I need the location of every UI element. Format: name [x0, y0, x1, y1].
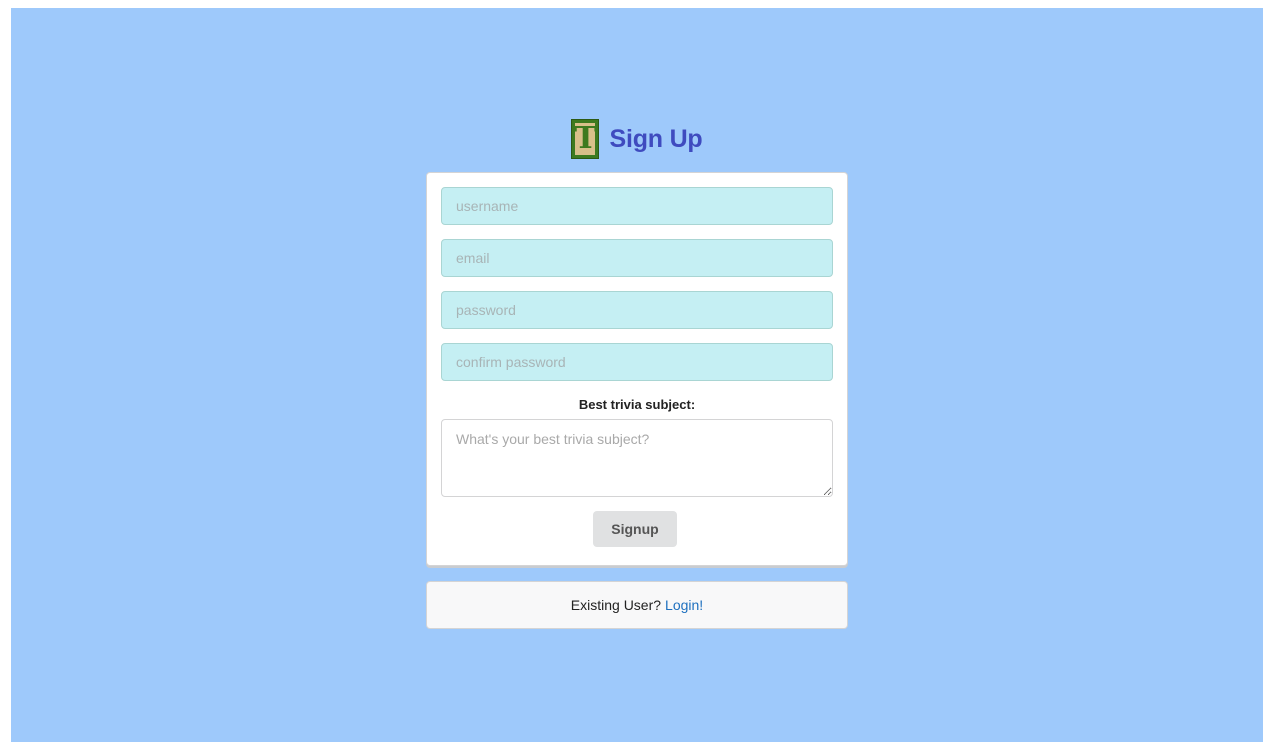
trivia-logo-icon: T [571, 119, 600, 159]
username-input[interactable] [441, 187, 833, 225]
signup-button[interactable]: Signup [593, 511, 677, 547]
existing-user-message: Existing User? Login! [426, 581, 848, 629]
page-title: Sign Up [609, 124, 703, 153]
trivia-subject-textarea[interactable] [441, 419, 833, 497]
password-input[interactable] [441, 291, 833, 329]
subject-label: Best trivia subject: [578, 397, 696, 412]
page-background: T Sign Up Best trivia subject: Signup Ex… [11, 8, 1263, 742]
login-link[interactable]: Login! [665, 597, 703, 613]
confirm-password-input[interactable] [441, 343, 833, 381]
logo-letter: T [574, 121, 597, 156]
existing-user-prompt: Existing User? [570, 597, 662, 613]
signup-form: Best trivia subject: Signup [426, 172, 848, 566]
email-input[interactable] [441, 239, 833, 277]
page-header: T Sign Up [11, 118, 1263, 160]
